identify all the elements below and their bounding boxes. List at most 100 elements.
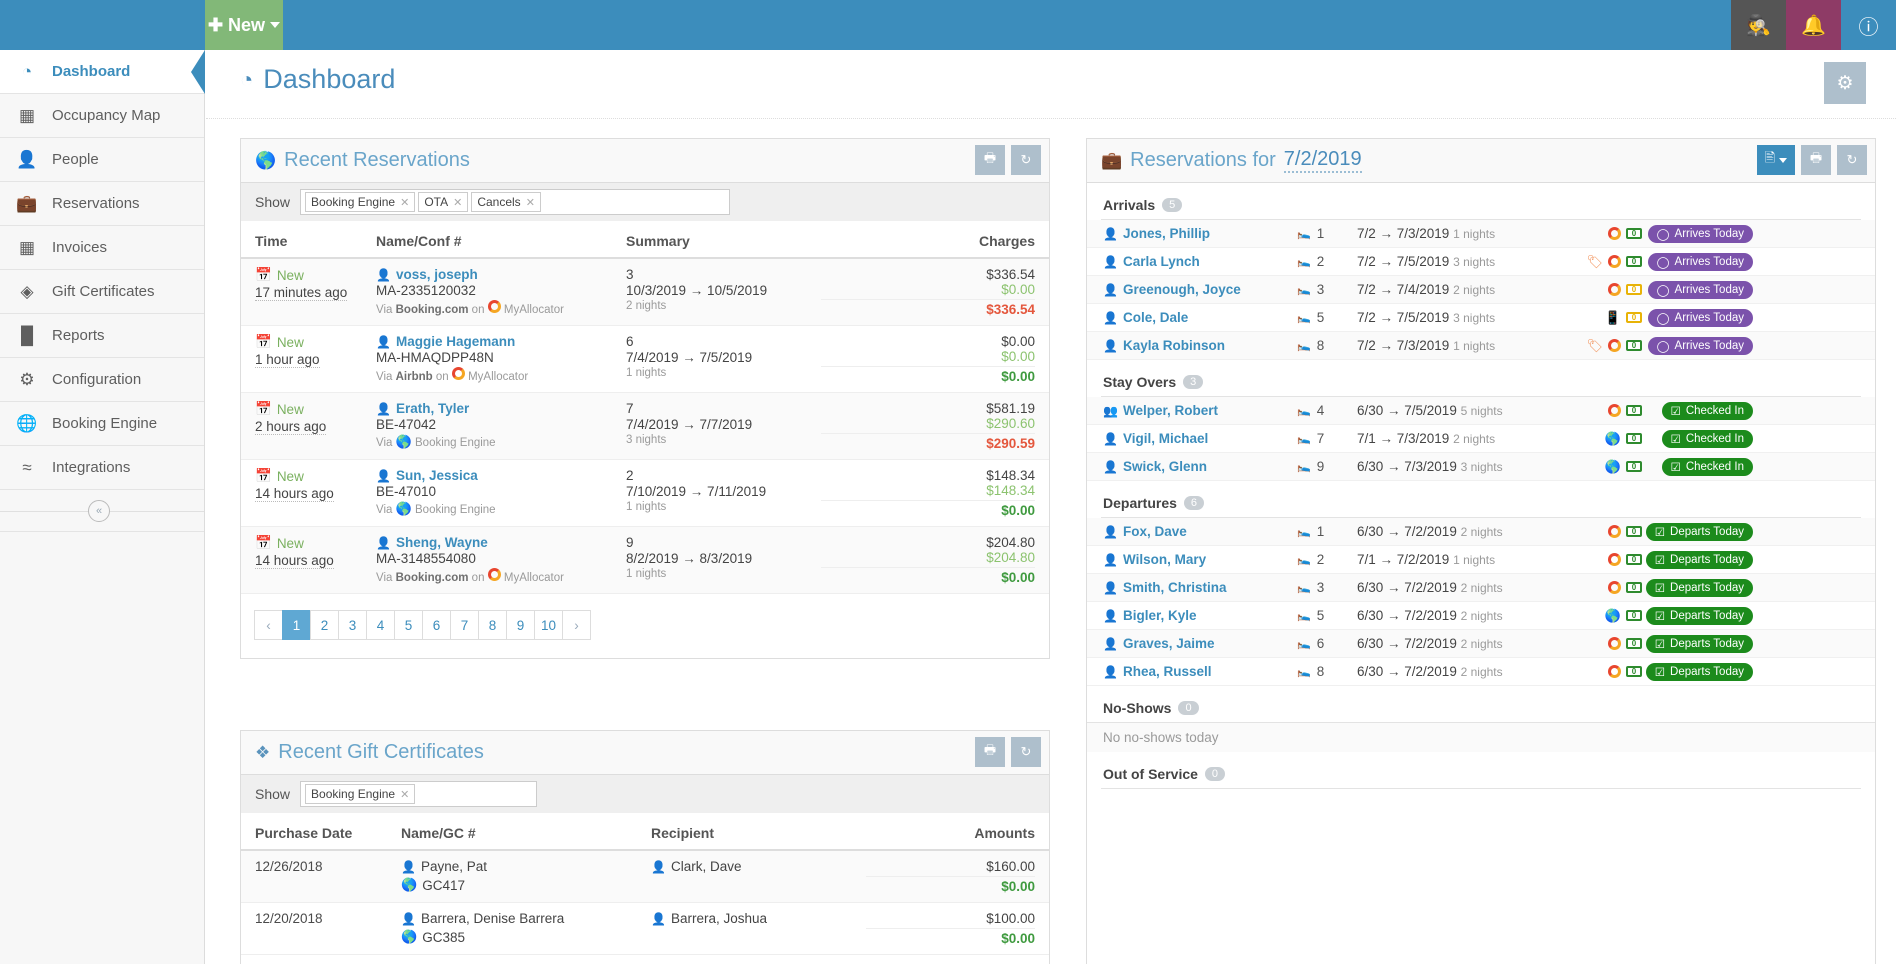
status-badge[interactable]: ☑ Departs Today [1645, 550, 1753, 569]
help-icon[interactable]: ⓘ [1841, 0, 1896, 50]
sidebar-item-dashboard[interactable]: ◔ Dashboard [0, 50, 205, 94]
page-prev[interactable]: ‹ [254, 610, 283, 640]
sidebar-item-gift-certificates[interactable]: ◈ Gift Certificates [0, 270, 204, 314]
new-button[interactable]: ✚ New [205, 0, 283, 50]
refresh-button[interactable]: ↻ [1837, 145, 1867, 175]
remove-token-icon[interactable]: ✕ [526, 196, 535, 209]
reservation-row[interactable]: 👤 Bigler, Kyle 🛌 5 6/30 → 7/2/2019 2 nig… [1087, 602, 1875, 630]
page-1[interactable]: 1 [282, 610, 311, 640]
purchaser-name[interactable]: 👤 Payne, Pat [401, 859, 651, 874]
sidebar-item-booking-engine[interactable]: 🌐 Booking Engine [0, 402, 204, 446]
status-badge[interactable]: ☑ Departs Today [1645, 522, 1753, 541]
table-row[interactable]: 12/26/2018 👤 Payne, Pat 🌎 GC417 👤 Clark, Da… [241, 850, 1049, 903]
status-badge[interactable]: ◯ Arrives Today [1647, 336, 1753, 355]
table-row[interactable]: 📅 New 14 hours ago 👤 Sun, Jessica BE-47010… [241, 459, 1049, 527]
page-2[interactable]: 2 [310, 610, 339, 640]
remove-token-icon[interactable]: ✕ [453, 196, 462, 209]
status-badge[interactable]: ☑ Departs Today [1645, 578, 1753, 597]
page-6[interactable]: 6 [422, 610, 451, 640]
status-badge[interactable]: ◯ Arrives Today [1647, 280, 1753, 299]
reservation-row[interactable]: 👤 Smith, Christina 🛌 3 6/30 → 7/2/2019 2… [1087, 574, 1875, 602]
reservation-row[interactable]: 👥 Welper, Robert 🛌 4 6/30 → 7/5/2019 5 n… [1087, 397, 1875, 425]
guest-name-link[interactable]: 👤 Greenough, Joyce [1087, 282, 1297, 297]
print-button[interactable]: 🖶 [975, 145, 1005, 175]
filter-token-input[interactable]: Booking Engine ✕ [300, 781, 538, 807]
remove-token-icon[interactable]: ✕ [400, 196, 409, 209]
guest-name-link[interactable]: 👤 Swick, Glenn [1087, 459, 1297, 474]
guest-name-link[interactable]: 👤 Rhea, Russell [1087, 664, 1297, 679]
guest-name-link[interactable]: 👤 Smith, Christina [1087, 580, 1297, 595]
sidebar-item-occupancy-map[interactable]: ▦ Occupancy Map [0, 94, 204, 138]
print-button[interactable]: 🖶 [1801, 145, 1831, 175]
sidebar-item-people[interactable]: 👤 People [0, 138, 204, 182]
status-badge[interactable]: ☑ Departs Today [1645, 606, 1753, 625]
status-badge[interactable]: ☑ Checked In [1661, 401, 1753, 420]
page-settings-button[interactable]: ⚙ [1824, 62, 1866, 104]
table-row[interactable]: 📅 New 2 hours ago 👤 Erath, Tyler BE-47042 … [241, 392, 1049, 460]
status-badge[interactable]: ☑ Checked In [1661, 429, 1753, 448]
spy-icon[interactable]: 🕵 [1731, 0, 1786, 50]
page-3[interactable]: 3 [338, 610, 367, 640]
page-10[interactable]: 10 [534, 610, 564, 640]
sidebar-item-invoices[interactable]: ▦ Invoices [0, 226, 204, 270]
table-row[interactable]: 12/20/2018 👤 Barrera, Denise Barrera 🌎 GC3… [241, 902, 1049, 955]
reservation-row[interactable]: 👤 Jones, Phillip 🛌 1 7/2 → 7/3/2019 1 ni… [1087, 220, 1875, 248]
reservation-row[interactable]: 👤 Greenough, Joyce 🛌 3 7/2 → 7/4/2019 2 … [1087, 276, 1875, 304]
filter-token[interactable]: Booking Engine ✕ [305, 784, 416, 804]
purchaser-name[interactable]: 👤 Barrera, Denise Barrera [401, 911, 651, 926]
status-badge[interactable]: ◯ Arrives Today [1647, 224, 1753, 243]
guest-name-link[interactable]: 👤 Wilson, Mary [1087, 552, 1297, 567]
sidebar-item-configuration[interactable]: ⚙ Configuration [0, 358, 204, 402]
guest-name-link[interactable]: 👤 Sheng, Wayne [376, 535, 626, 550]
page-9[interactable]: 9 [506, 610, 535, 640]
guest-name-link[interactable]: 👤 Vigil, Michael [1087, 431, 1297, 446]
reservation-row[interactable]: 👤 Fox, Dave 🛌 1 6/30 → 7/2/2019 2 nights… [1087, 518, 1875, 546]
status-badge[interactable]: ☑ Departs Today [1645, 634, 1753, 653]
reservation-row[interactable]: 👤 Carla Lynch 🛌 2 7/2 → 7/5/2019 3 night… [1087, 248, 1875, 276]
print-button[interactable]: 🖶 [975, 737, 1005, 767]
guest-name-link[interactable]: 👤 Kayla Robinson [1087, 338, 1297, 353]
reservation-row[interactable]: 👤 Vigil, Michael 🛌 7 7/1 → 7/3/2019 2 ni… [1087, 425, 1875, 453]
export-document-button[interactable]: 🖹 [1757, 145, 1795, 175]
guest-name-link[interactable]: 👤 Maggie Hagemann [376, 334, 626, 349]
reservation-row[interactable]: 👤 Wilson, Mary 🛌 2 7/1 → 7/2/2019 1 nigh… [1087, 546, 1875, 574]
refresh-button[interactable]: ↻ [1011, 145, 1041, 175]
filter-token[interactable]: OTA ✕ [418, 192, 469, 212]
guest-name-link[interactable]: 👤 voss, joseph [376, 267, 626, 282]
sidebar-item-integrations[interactable]: ≈ Integrations [0, 446, 204, 490]
page-5[interactable]: 5 [394, 610, 423, 640]
reservation-row[interactable]: 👤 Cole, Dale 🛌 5 7/2 → 7/5/2019 3 nights… [1087, 304, 1875, 332]
remove-token-icon[interactable]: ✕ [400, 788, 409, 801]
guest-name-link[interactable]: 👤 Bigler, Kyle [1087, 608, 1297, 623]
bell-icon[interactable]: 🔔 [1786, 0, 1841, 50]
sidebar-collapse-button[interactable]: « [88, 500, 110, 522]
guest-name-link[interactable]: 👤 Sun, Jessica [376, 468, 626, 483]
reservation-row[interactable]: 👤 Rhea, Russell 🛌 8 6/30 → 7/2/2019 2 ni… [1087, 658, 1875, 686]
refresh-button[interactable]: ↻ [1011, 737, 1041, 767]
page-8[interactable]: 8 [478, 610, 507, 640]
reservation-row[interactable]: 👤 Graves, Jaime 🛌 6 6/30 → 7/2/2019 2 ni… [1087, 630, 1875, 658]
guest-name-link[interactable]: 👤 Carla Lynch [1087, 254, 1297, 269]
guest-name-link[interactable]: 👥 Welper, Robert [1087, 403, 1297, 418]
status-badge[interactable]: ◯ Arrives Today [1647, 308, 1753, 327]
page-4[interactable]: 4 [366, 610, 395, 640]
sidebar-item-reports[interactable]: █ Reports [0, 314, 204, 358]
reservation-row[interactable]: 👤 Kayla Robinson 🛌 8 7/2 → 7/3/2019 1 ni… [1087, 332, 1875, 360]
status-badge[interactable]: ☑ Checked In [1661, 457, 1753, 476]
table-row[interactable]: 📅 New 1 hour ago 👤 Maggie Hagemann MA-HMAQ… [241, 325, 1049, 393]
reservation-row[interactable]: 👤 Swick, Glenn 🛌 9 6/30 → 7/3/2019 3 nig… [1087, 453, 1875, 481]
page-7[interactable]: 7 [450, 610, 479, 640]
filter-token[interactable]: Booking Engine ✕ [305, 192, 416, 212]
status-badge[interactable]: ◯ Arrives Today [1647, 252, 1753, 271]
page-next[interactable]: › [562, 610, 592, 640]
guest-name-link[interactable]: 👤 Graves, Jaime [1087, 636, 1297, 651]
guest-name-link[interactable]: 👤 Jones, Phillip [1087, 226, 1297, 241]
filter-token-input[interactable]: Booking Engine ✕ OTA ✕ Cancels ✕ [300, 189, 731, 215]
guest-name-link[interactable]: 👤 Fox, Dave [1087, 524, 1297, 539]
reservations-date-link[interactable]: 7/2/2019 [1283, 148, 1362, 173]
filter-token[interactable]: Cancels ✕ [471, 192, 541, 212]
sidebar-item-reservations[interactable]: 💼 Reservations [0, 182, 204, 226]
guest-name-link[interactable]: 👤 Cole, Dale [1087, 310, 1297, 325]
table-row[interactable]: 📅 New 17 minutes ago 👤 voss, joseph MA-233… [241, 258, 1049, 326]
table-row[interactable]: 📅 New 14 hours ago 👤 Sheng, Wayne MA-31485… [241, 526, 1049, 594]
